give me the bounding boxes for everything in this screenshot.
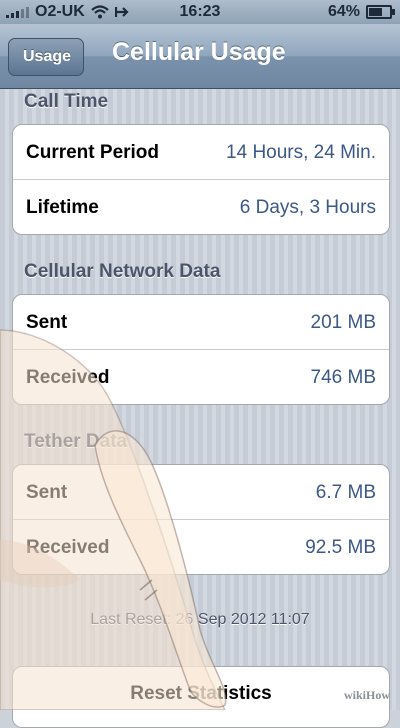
row-received: Received 92.5 MB <box>13 519 389 574</box>
row-sent: Sent 6.7 MB <box>13 465 389 519</box>
group-cellular-data: Sent 201 MB Received 746 MB <box>12 294 390 405</box>
status-right: 64% <box>327 3 395 21</box>
navigation-bar: Usage Cellular Usage <box>0 24 400 89</box>
row-label: Received <box>26 537 110 558</box>
row-value: 6.7 MB <box>315 482 376 503</box>
battery-icon <box>366 5 395 19</box>
reset-statistics-button[interactable]: Reset Statistics <box>12 666 390 728</box>
row-value: 92.5 MB <box>305 537 376 558</box>
row-current-period: Current Period 14 Hours, 24 Min. <box>13 125 389 179</box>
row-label: Received <box>26 367 110 388</box>
row-label: Current Period <box>26 142 160 163</box>
row-value: 14 Hours, 24 Min. <box>226 142 376 163</box>
row-received: Received 746 MB <box>13 349 389 404</box>
row-lifetime: Lifetime 6 Days, 3 Hours <box>13 179 389 234</box>
status-bar: O2-UK 16:23 64% <box>0 0 400 24</box>
section-header-cellular-data: Cellular Network Data <box>24 261 221 282</box>
back-button[interactable]: Usage <box>8 38 85 76</box>
row-label: Lifetime <box>26 197 99 218</box>
row-value: 6 Days, 3 Hours <box>239 197 376 218</box>
row-label: Sent <box>26 312 68 333</box>
last-reset-text: Last Reset: 26 Sep 2012 11:07 <box>90 611 310 628</box>
section-header-call-time: Call Time <box>24 91 109 112</box>
battery-percent: 64% <box>327 3 360 20</box>
page-title: Cellular Usage <box>112 38 286 66</box>
watermark-logo: wikiHow <box>343 688 390 702</box>
row-value: 201 MB <box>310 312 376 333</box>
row-label: Sent <box>26 482 68 503</box>
row-value: 746 MB <box>310 367 376 388</box>
section-header-tether-data: Tether Data <box>24 431 128 452</box>
group-call-time: Current Period 14 Hours, 24 Min. Lifetim… <box>12 124 390 235</box>
back-button-label: Usage <box>23 48 72 65</box>
group-tether-data: Sent 6.7 MB Received 92.5 MB <box>12 464 390 575</box>
row-sent: Sent 201 MB <box>13 295 389 349</box>
